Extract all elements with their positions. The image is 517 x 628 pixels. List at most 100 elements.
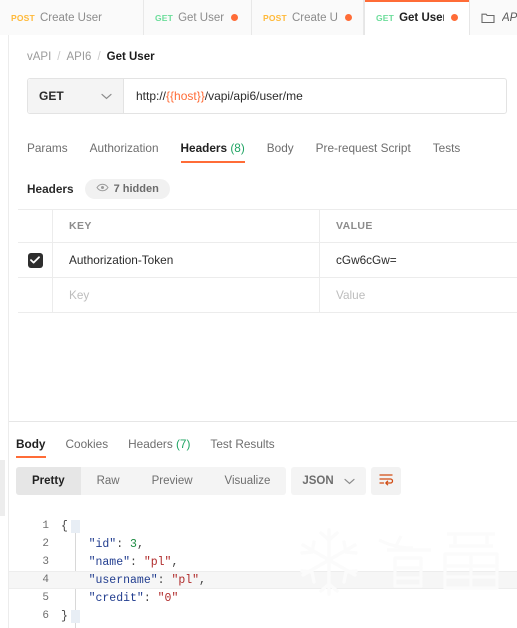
- line-number: 2: [42, 538, 49, 550]
- unsaved-dot-icon[interactable]: [231, 14, 239, 21]
- view-mode-preview[interactable]: Preview: [136, 467, 209, 495]
- wrap-lines-button[interactable]: [370, 467, 401, 495]
- breadcrumb-separator: /: [57, 51, 61, 63]
- table-row[interactable]: Authorization-Token cGw6cGw=: [18, 243, 517, 278]
- view-mode-visualize[interactable]: Visualize: [209, 467, 287, 495]
- breadcrumb-separator: /: [97, 51, 101, 63]
- json-punct: ,: [171, 555, 179, 569]
- request-tab-strip: POST Create User GET Get User POST Creat…: [0, 0, 517, 35]
- headers-section-header: Headers 7 hidden: [27, 179, 517, 199]
- tab-label: Authorization: [89, 141, 159, 155]
- response-pane: Body Cookies Headers (7) Test Results Pr…: [9, 421, 517, 628]
- breadcrumb: vAPI / API6 / Get User: [9, 35, 517, 78]
- response-body-viewer[interactable]: 1 { 2 "id": 3, 3 "name": "pl", 4 "userna…: [9, 517, 517, 628]
- tab-label: Cookies: [65, 437, 109, 451]
- json-punct: ,: [136, 537, 144, 551]
- row-checkbox-checked[interactable]: [27, 252, 43, 268]
- tab-title: Get User: [399, 11, 444, 24]
- response-tab-cookies[interactable]: Cookies: [66, 437, 109, 458]
- response-tab-headers[interactable]: Headers (7): [128, 437, 190, 458]
- url-suffix: /vapi/api6/user/me: [204, 89, 303, 103]
- line-number: 5: [42, 592, 49, 604]
- code-line-text: {: [61, 519, 68, 533]
- response-format-select[interactable]: JSON: [291, 467, 366, 495]
- code-fold-marker[interactable]: [71, 609, 80, 623]
- value-placeholder: Value: [336, 288, 366, 302]
- header-value-value: cGw6cGw=: [336, 253, 397, 267]
- header-key-value: Authorization-Token: [69, 253, 174, 267]
- view-mode-pretty[interactable]: Pretty: [16, 467, 81, 495]
- folder-tab-api5[interactable]: API5: [470, 0, 517, 35]
- tab-title: Get User: [178, 11, 225, 24]
- key-placeholder: Key: [69, 288, 90, 302]
- chevron-down-icon: [101, 93, 112, 100]
- new-header-key-input[interactable]: Key: [53, 278, 320, 312]
- line-number: 6: [42, 610, 49, 622]
- row-enabled-cell: [18, 243, 53, 277]
- response-tab-body[interactable]: Body: [16, 437, 46, 458]
- tab-label: Params: [27, 141, 68, 155]
- unsaved-dot-icon[interactable]: [345, 14, 352, 21]
- json-key: "name": [61, 555, 131, 569]
- code-line: 5 "credit": "0": [9, 589, 517, 607]
- tab-label: Body: [266, 141, 294, 155]
- view-mode-group: Pretty Raw Preview Visualize: [16, 467, 287, 495]
- url-input[interactable]: http://{{host}}/vapi/api6/user/me: [124, 79, 506, 113]
- chevron-down-icon: [344, 478, 355, 485]
- json-number: 3: [130, 537, 137, 551]
- view-mode-label: Pretty: [32, 475, 65, 487]
- json-key: "credit": [61, 591, 144, 605]
- hidden-headers-badge[interactable]: 7 hidden: [84, 179, 170, 199]
- view-mode-label: Preview: [151, 475, 193, 487]
- unsaved-dot-icon[interactable]: [451, 14, 458, 21]
- code-line: 2 "id": 3,: [9, 535, 517, 553]
- pane-resize-handle[interactable]: [0, 460, 5, 516]
- hidden-headers-count: 7 hidden: [113, 183, 159, 195]
- header-value-input[interactable]: cGw6cGw=: [320, 243, 517, 277]
- line-number: 1: [42, 520, 49, 532]
- json-punct: :: [157, 573, 172, 587]
- http-method-value: GET: [39, 89, 64, 103]
- tab-method-label: POST: [263, 12, 287, 23]
- tab-title: API5: [502, 11, 517, 24]
- tab-pre-request-script[interactable]: Pre-request Script: [316, 141, 411, 163]
- request-tab-1[interactable]: POST Create User: [0, 0, 144, 35]
- tab-label: Pre-request Script: [315, 141, 411, 155]
- tab-method-label: GET: [155, 12, 174, 23]
- line-number: 3: [42, 556, 49, 568]
- tab-tests[interactable]: Tests: [433, 141, 461, 163]
- eye-icon: [95, 183, 109, 195]
- json-punct: :: [130, 555, 144, 569]
- tab-label: Headers: [128, 437, 173, 451]
- new-header-value-input[interactable]: Value: [320, 278, 517, 312]
- http-method-select[interactable]: GET: [28, 79, 124, 113]
- header-key-input[interactable]: Authorization-Token: [53, 243, 320, 277]
- response-tab-test-results[interactable]: Test Results: [210, 437, 274, 458]
- table-row-new[interactable]: Key Value: [18, 278, 517, 313]
- json-key: "id": [61, 537, 117, 551]
- breadcrumb-folder[interactable]: API6: [67, 51, 92, 63]
- json-key: "username": [61, 573, 158, 587]
- response-format-value: JSON: [302, 475, 334, 487]
- breadcrumb-collection[interactable]: vAPI: [27, 51, 51, 63]
- tab-params[interactable]: Params: [27, 141, 68, 163]
- url-bar: GET http://{{host}}/vapi/api6/user/me: [27, 78, 507, 114]
- json-string: "0": [157, 591, 179, 605]
- request-tab-4-active[interactable]: GET Get User: [364, 0, 470, 35]
- code-line-text: }: [61, 609, 68, 623]
- request-tab-3[interactable]: POST Create Us: [252, 0, 364, 35]
- code-fold-marker[interactable]: [71, 519, 80, 533]
- tab-body[interactable]: Body: [267, 141, 294, 163]
- request-tab-2[interactable]: GET Get User: [144, 0, 252, 35]
- tab-label: Test Results: [210, 437, 275, 451]
- response-section-tabs: Body Cookies Headers (7) Test Results: [16, 432, 517, 458]
- url-variable: {{host}}: [166, 89, 205, 103]
- tab-headers[interactable]: Headers (8): [180, 141, 246, 163]
- view-mode-raw[interactable]: Raw: [81, 467, 136, 495]
- code-line-text: "name": "pl",: [61, 555, 179, 569]
- headers-label: Headers: [27, 182, 74, 196]
- line-number: 4: [42, 574, 49, 586]
- tab-label: Headers: [180, 141, 228, 155]
- tab-authorization[interactable]: Authorization: [90, 141, 159, 163]
- tab-title: Create Us: [291, 11, 338, 24]
